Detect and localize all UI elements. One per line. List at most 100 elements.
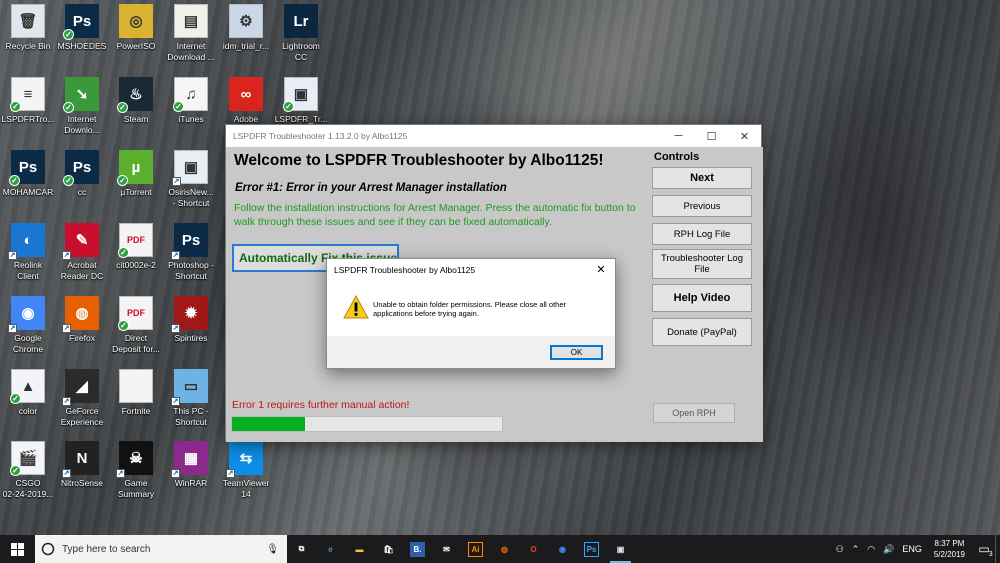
taskbar-app-lspdfr-troubleshooter[interactable]: ▣ <box>606 535 635 563</box>
taskbar-app-mail[interactable]: ✉ <box>432 535 461 563</box>
sync-check-icon: ✓ <box>10 465 21 476</box>
clock-date: 5/2/2019 <box>933 550 965 559</box>
shortcut-arrow-icon: ↗ <box>8 251 17 260</box>
volume-icon[interactable]: 🔊 <box>879 544 898 555</box>
taskbar: Type here to search 🎙 ⧉ e ▬ 🛍 B. ✉ Ai ◍ O ◉ Ps ▣ ⚇ … <box>0 535 1000 563</box>
taskbar-app-store[interactable]: 🛍 <box>374 535 403 563</box>
action-center-button[interactable]: ▭ 3 <box>973 535 995 563</box>
taskbar-app-photoshop[interactable]: Ps <box>577 535 606 563</box>
warning-icon <box>343 295 369 319</box>
dialog-title-bar[interactable]: LSPDFR Troubleshooter by Albo1125 ✕ <box>327 259 615 280</box>
next-button[interactable]: Next <box>652 167 752 189</box>
sync-check-icon: ✓ <box>117 175 128 186</box>
pdf-file-icon: PDF ✓ <box>118 223 153 258</box>
error-heading: Error #1: Error in your Arrest Manager i… <box>235 182 507 194</box>
taskbar-app-task-view[interactable]: ⧉ <box>287 535 316 563</box>
troubleshooter-log-button[interactable]: Troubleshooter Log File <box>652 249 752 279</box>
mail-icon: ✉ <box>443 544 450 554</box>
sync-check-icon: ✓ <box>118 320 129 331</box>
clock[interactable]: 8:37 PM 5/2/2019 <box>926 538 973 560</box>
open-rph-button[interactable]: Open RPH <box>653 403 735 423</box>
nitrosense-icon: N ↗ <box>62 441 99 478</box>
app-window-icon: ▣ ✓ <box>283 77 318 112</box>
start-button[interactable] <box>0 535 35 563</box>
shortcut-arrow-icon: ↗ <box>116 469 125 478</box>
taskbar-app-b-app[interactable]: B. <box>403 535 432 563</box>
language-indicator[interactable]: ENG <box>898 544 926 554</box>
shortcut-arrow-icon: ↗ <box>171 397 180 406</box>
donate-button[interactable]: Donate (PayPal) <box>652 318 752 346</box>
help-video-button[interactable]: Help Video <box>652 284 752 312</box>
clock-time: 8:37 PM <box>934 539 965 548</box>
firefox-icon: ◍ <box>501 544 508 554</box>
recycle-bin-icon: 🗑 <box>11 4 45 38</box>
maximize-button[interactable]: ☐ <box>695 125 728 147</box>
photoshop-icon: Ps <box>584 541 599 557</box>
close-button[interactable]: ✕ <box>728 125 761 147</box>
sync-check-icon: ✓ <box>63 175 74 186</box>
search-placeholder: Type here to search <box>62 543 151 555</box>
shortcut-arrow-icon: ↗ <box>62 251 71 260</box>
shortcut-arrow-icon: ↗ <box>62 397 71 406</box>
reolink-icon: ◐ ↗ <box>8 223 45 260</box>
steam-icon: ♨ ✓ <box>117 77 153 113</box>
utorrent-icon: µ ✓ <box>117 150 153 186</box>
taskbar-search-box[interactable]: Type here to search 🎙 <box>35 535 287 563</box>
network-icon[interactable]: ◠ <box>863 544 879 555</box>
progress-fill <box>232 417 305 431</box>
sync-check-icon: ✓ <box>173 101 184 112</box>
sync-check-icon: ✓ <box>283 101 294 112</box>
creative-cloud-icon: ∞ <box>229 77 263 111</box>
store-icon: 🛍 <box>383 544 394 554</box>
previous-button[interactable]: Previous <box>652 195 752 217</box>
minimize-button[interactable]: ─ <box>662 125 695 147</box>
desktop-icon[interactable]: ⇆ ↗ TeamViewer 14 <box>213 441 279 500</box>
error-description: Follow the installation instructions for… <box>234 202 636 228</box>
desktop-icon-label: OsirisNew... - Shortcut <box>168 187 214 208</box>
task-view-icon: ⧉ <box>298 544 305 553</box>
taskbar-app-file-explorer[interactable]: ▬ <box>345 535 374 563</box>
itunes-icon: ♫ ✓ <box>173 77 208 112</box>
ok-button[interactable]: OK <box>550 345 603 360</box>
dialog-footer: OK <box>327 336 615 368</box>
microphone-icon[interactable]: 🎙 <box>266 544 287 555</box>
window-title-bar[interactable]: LSPDFR Troubleshooter 1.13.2.0 by Albo11… <box>226 125 761 147</box>
desktop-icon[interactable]: ▣ ↗ OsirisNew... - Shortcut <box>158 150 224 209</box>
lspdfr-troubleshooter-icon: ▣ <box>616 544 625 554</box>
photoshop-icon: Ps ↗ <box>171 223 208 260</box>
taskbar-apps: ⧉ e ▬ 🛍 B. ✉ Ai ◍ O ◉ Ps ▣ <box>287 535 635 563</box>
taskbar-app-illustrator[interactable]: Ai <box>461 535 490 563</box>
system-tray: ⚇ ⌃ ◠ 🔊 ENG 8:37 PM 5/2/2019 ▭ 3 <box>832 535 1000 563</box>
sync-check-icon: ✓ <box>117 102 128 113</box>
sync-check-icon: ✓ <box>10 101 21 112</box>
photoshop-file-icon: Ps ✓ <box>63 150 99 186</box>
game-summary-icon: ☠ ↗ <box>116 441 153 478</box>
sync-check-icon: ✓ <box>10 393 21 404</box>
rph-log-button[interactable]: RPH Log File <box>652 223 752 245</box>
dialog-close-button[interactable]: ✕ <box>587 263 615 276</box>
desktop-icon[interactable]: ▭ ↗ This PC - Shortcut <box>158 369 224 428</box>
taskbar-app-chrome[interactable]: ◉ <box>548 535 577 563</box>
idm-arrow-icon: ➘ ✓ <box>63 77 99 113</box>
desktop-icon[interactable]: Ps ↗ Photoshop - Shortcut <box>158 223 224 282</box>
spintires-icon: ✹ ↗ <box>171 296 208 333</box>
show-hidden-icons-chevron-icon[interactable]: ⌃ <box>848 544 864 555</box>
file-explorer-icon: ▬ <box>355 544 364 554</box>
taskbar-app-firefox[interactable]: ◍ <box>490 535 519 563</box>
desktop-icon[interactable]: Lr Lightroom CC <box>268 4 334 63</box>
progress-bar <box>231 416 503 432</box>
photoshop-file-icon: Ps ✓ <box>9 150 45 186</box>
sync-check-icon: ✓ <box>118 247 129 258</box>
taskbar-app-edge[interactable]: e <box>316 535 345 563</box>
desktop-icon[interactable]: ✹ ↗ Spintires <box>158 296 224 344</box>
people-icon[interactable]: ⚇ <box>832 544 848 555</box>
winrar-icon: ▦ ↗ <box>171 441 208 478</box>
lightroom-icon: Lr <box>284 4 318 38</box>
show-desktop-button[interactable] <box>995 535 1000 563</box>
taskbar-app-office[interactable]: O <box>519 535 548 563</box>
windows-logo-icon <box>11 542 24 556</box>
desktop-icon[interactable]: ▣ ✓ LSPDFR_Tr... <box>268 77 334 125</box>
poweriso-icon: ◎ <box>119 4 153 38</box>
shortcut-arrow-icon: ↗ <box>172 177 181 186</box>
shortcut-arrow-icon: ↗ <box>226 469 235 478</box>
